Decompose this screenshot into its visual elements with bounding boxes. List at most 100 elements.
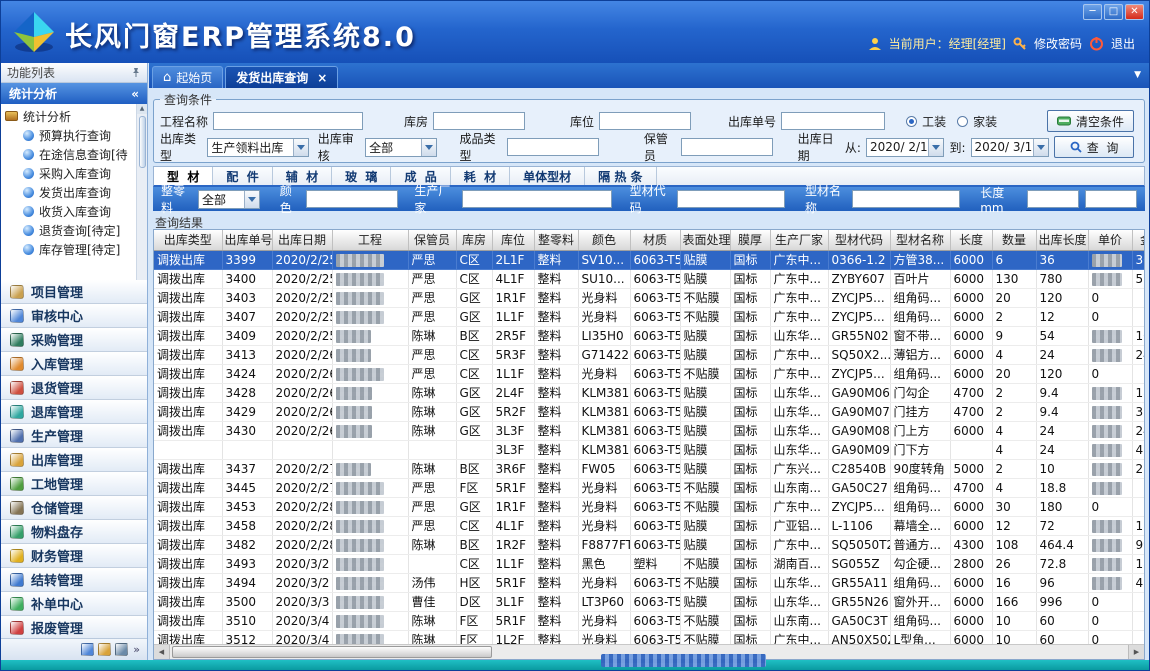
sidebar-item-purchase[interactable]: 采购管理 bbox=[1, 328, 147, 352]
material-tab-6[interactable]: 单体型材 bbox=[510, 167, 585, 185]
table-row[interactable]: 调拨出库34822020/2/28华润原著陈琳B区1R2F整料F8877FT60… bbox=[154, 535, 1145, 554]
table-row[interactable]: 调拨出库34092020/2/25长沙...陈琳B区2R5F整料LI35H060… bbox=[154, 326, 1145, 345]
chevron-down-icon[interactable] bbox=[1033, 139, 1048, 156]
table-row[interactable]: 调拨出库34292020/2/26石湾城陈琳G区5R2F整料KLM3817606… bbox=[154, 402, 1145, 421]
close-tab-icon[interactable]: × bbox=[317, 73, 327, 83]
date-from-select[interactable]: 2020/ 2/16 bbox=[866, 138, 945, 157]
tree-scrollbar[interactable]: ▲ bbox=[136, 104, 147, 280]
outbound-type-select[interactable]: 生产领料出库 bbox=[207, 138, 308, 157]
material-tab-1[interactable]: 配 件 bbox=[213, 167, 272, 185]
table-row[interactable]: 3L3F整料KLM38176063-T5贴膜国标山东华...GA90M09...… bbox=[154, 440, 1145, 459]
length-to-input[interactable] bbox=[1085, 190, 1137, 208]
material-tab-3[interactable]: 玻 璃 bbox=[332, 167, 391, 185]
table-row[interactable]: 调拨出库34002020/2/25华润原著严思C区4L1F整料SU10...60… bbox=[154, 269, 1145, 288]
table-row[interactable]: 调拨出库34032020/2/25工贸工程严思G区1R1F整料光身料6063-T… bbox=[154, 288, 1145, 307]
table-row[interactable]: 调拨出库34302020/2/26石湾城陈琳G区3L3F整料KLM3817606… bbox=[154, 421, 1145, 440]
chevron-down-icon[interactable] bbox=[244, 191, 259, 208]
table-row[interactable]: 调拨出库34372020/2/27佛山...陈琳B区3R6F整料FW056063… bbox=[154, 459, 1145, 478]
sidebar-item-carryover[interactable]: 结转管理 bbox=[1, 568, 147, 592]
table-row[interactable]: 调拨出库34452020/2/27工贸工程严思F区5R1F整料光身料6063-T… bbox=[154, 478, 1145, 497]
column-header[interactable]: 生产厂家 bbox=[770, 230, 828, 250]
location-input[interactable] bbox=[599, 112, 691, 130]
manufacturer-input[interactable] bbox=[462, 190, 612, 208]
h-scroll-thumb[interactable] bbox=[172, 646, 492, 658]
column-header[interactable]: 材质 bbox=[630, 230, 680, 250]
radio-gongzhuang-label[interactable]: 工装 bbox=[922, 113, 946, 130]
expand-icon[interactable]: » bbox=[133, 643, 140, 656]
tab-list-caret-icon[interactable]: ▼ bbox=[1134, 70, 1141, 80]
sidebar-item-inbound[interactable]: 入库管理 bbox=[1, 352, 147, 376]
date-to-select[interactable]: 2020/ 3/16 bbox=[971, 138, 1050, 157]
table-row[interactable]: 调拨出库34942020/3/2石湾辉城汤伟H区5R1F整料光身料6063-T5… bbox=[154, 573, 1145, 592]
scroll-left-icon[interactable]: ◀ bbox=[154, 645, 170, 659]
table-row[interactable]: 调拨出库34582020/2/28华润原著严思C区4L1F整料光身料6063-T… bbox=[154, 516, 1145, 535]
column-header[interactable]: 膜厚 bbox=[730, 230, 770, 250]
column-header[interactable]: 颜色 bbox=[578, 230, 630, 250]
profile-name-input[interactable] bbox=[852, 190, 960, 208]
column-header[interactable]: 工程 bbox=[332, 230, 408, 250]
color-input[interactable] bbox=[306, 190, 398, 208]
column-header[interactable]: 单价 bbox=[1088, 230, 1132, 250]
statistics-panel-header[interactable]: 统计分析 « bbox=[1, 83, 147, 104]
column-header[interactable]: 出库类型 bbox=[154, 230, 222, 250]
sidebar-item-finance[interactable]: 财务管理 bbox=[1, 544, 147, 568]
table-row[interactable]: 调拨出库34072020/2/25工贸工程严思G区1L1F整料光身料6063-T… bbox=[154, 307, 1145, 326]
column-header[interactable]: 出库单号 bbox=[222, 230, 272, 250]
tree-item[interactable]: 库存管理[待定] bbox=[5, 240, 135, 259]
close-button[interactable]: ✕ bbox=[1125, 4, 1144, 20]
table-row[interactable]: 调拨出库34282020/2/26石湾城陈琳G区2L4F整料KLM3817606… bbox=[154, 383, 1145, 402]
sidebar-item-outbound[interactable]: 出库管理 bbox=[1, 448, 147, 472]
scroll-thumb[interactable] bbox=[139, 116, 146, 168]
tree-item[interactable]: 在途信息查询[待 bbox=[5, 145, 135, 164]
material-tab-5[interactable]: 耗 材 bbox=[451, 167, 510, 185]
tab-shipping-outbound-query[interactable]: 发货出库查询× bbox=[225, 66, 338, 88]
collapse-icon[interactable]: « bbox=[131, 87, 139, 101]
scroll-right-icon[interactable]: ▶ bbox=[1128, 645, 1144, 659]
tree-item[interactable]: 发货出库查询 bbox=[5, 183, 135, 202]
sidebar-item-warehouse[interactable]: 仓储管理 bbox=[1, 496, 147, 520]
whole-part-select[interactable]: 全部 bbox=[198, 190, 260, 209]
column-header[interactable]: 库房 bbox=[456, 230, 492, 250]
tree-item[interactable]: 退货查询[待定] bbox=[5, 221, 135, 240]
column-header[interactable]: 整零料 bbox=[534, 230, 578, 250]
pin-icon[interactable] bbox=[131, 67, 141, 78]
sidebar-item-site[interactable]: 工地管理 bbox=[1, 472, 147, 496]
sidebar-item-production[interactable]: 生产管理 bbox=[1, 424, 147, 448]
clear-conditions-button[interactable]: 清空条件 bbox=[1047, 110, 1134, 132]
column-header[interactable]: 型材名称 bbox=[890, 230, 950, 250]
change-password-link[interactable]: 修改密码 bbox=[1034, 35, 1082, 52]
column-header[interactable]: 金额 bbox=[1132, 230, 1145, 250]
tree-root[interactable]: 统计分析 bbox=[5, 106, 135, 126]
tree-item[interactable]: 预算执行查询 bbox=[5, 126, 135, 145]
keeper-input[interactable] bbox=[681, 138, 773, 156]
column-header[interactable]: 库位 bbox=[492, 230, 534, 250]
table-row[interactable]: 调拨出库34242020/2/26工贸工程严思C区1L1F整料光身料6063-T… bbox=[154, 364, 1145, 383]
minimize-button[interactable]: ─ bbox=[1083, 4, 1102, 20]
scroll-up-icon[interactable]: ▲ bbox=[137, 104, 147, 114]
radio-gongzhuang[interactable] bbox=[906, 116, 917, 127]
folder-icon[interactable] bbox=[98, 643, 111, 656]
column-header[interactable]: 数量 bbox=[992, 230, 1036, 250]
profile-code-input[interactable] bbox=[677, 190, 785, 208]
column-header[interactable]: 出库日期 bbox=[272, 230, 332, 250]
chevron-down-icon[interactable] bbox=[421, 139, 436, 156]
radio-jiazhuang[interactable] bbox=[957, 116, 968, 127]
table-row[interactable]: 调拨出库35002020/3/3工贸工程曹佳D区3L1F整料LT3P606063… bbox=[154, 592, 1145, 611]
table-row[interactable]: 调拨出库34532020/2/28工贸工程严思G区1R1F整料光身料6063-T… bbox=[154, 497, 1145, 516]
maximize-button[interactable]: □ bbox=[1104, 4, 1123, 20]
column-header[interactable]: 表面处理 bbox=[680, 230, 730, 250]
column-header[interactable]: 长度 bbox=[950, 230, 992, 250]
table-row[interactable]: 调拨出库35102020/3/4工贸工程陈琳F区5R1F整料光身料6063-T5… bbox=[154, 611, 1145, 630]
radio-jiazhuang-label[interactable]: 家装 bbox=[973, 113, 997, 130]
order-no-input[interactable] bbox=[781, 112, 885, 130]
sidebar-item-project[interactable]: 项目管理 bbox=[1, 280, 147, 304]
sidebar-item-return-store[interactable]: 退库管理 bbox=[1, 400, 147, 424]
product-type-input[interactable] bbox=[507, 138, 599, 156]
project-name-input[interactable] bbox=[213, 112, 363, 130]
sidebar-item-return-goods[interactable]: 退货管理 bbox=[1, 376, 147, 400]
column-header[interactable]: 型材代码 bbox=[828, 230, 890, 250]
sidebar-item-inventory[interactable]: 物料盘存 bbox=[1, 520, 147, 544]
outbound-audit-select[interactable]: 全部 bbox=[365, 138, 436, 157]
sidebar-item-scrap[interactable]: 报废管理 bbox=[1, 616, 147, 638]
logout-link[interactable]: 退出 bbox=[1111, 35, 1135, 52]
